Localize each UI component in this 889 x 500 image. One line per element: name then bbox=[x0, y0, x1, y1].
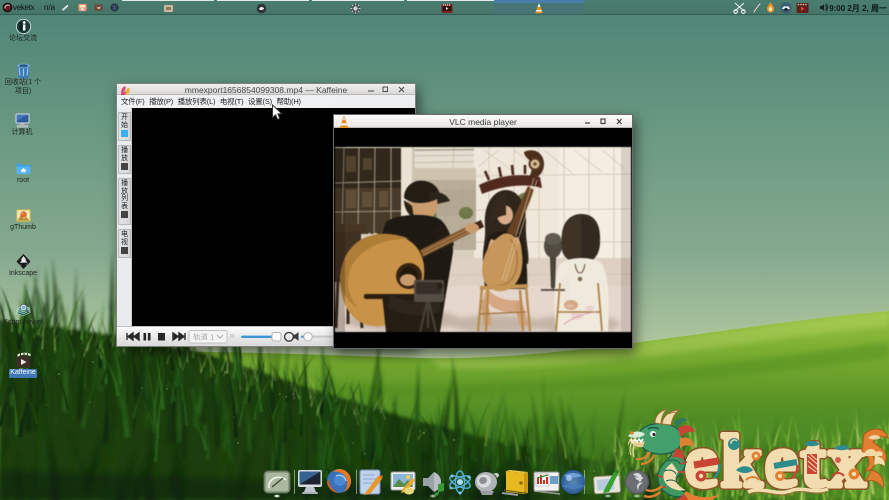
svg-text:轨道 1: 轨道 1 bbox=[193, 332, 214, 342]
